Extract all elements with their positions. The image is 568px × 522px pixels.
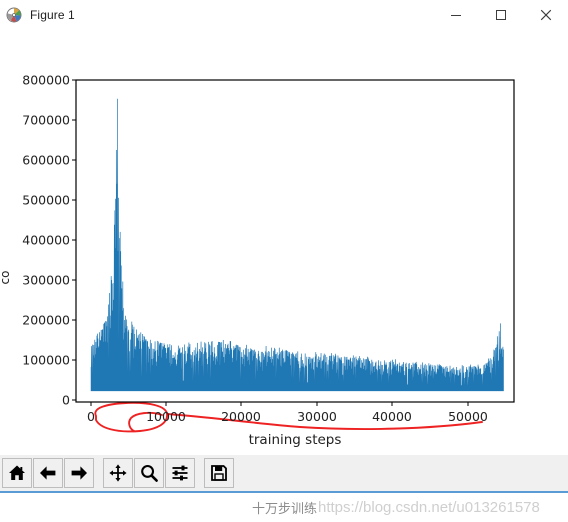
watermark-url-text: https://blog.csdn.net/u013261578 [318,499,540,516]
configure-subplots-icon[interactable] [165,458,195,488]
cost-vs-training-steps-plot: cost 800000 700000 200000 400000 800000 … [0,70,515,448]
toolbar-separator-2 [196,458,204,488]
x-axis-label: training steps [249,432,342,448]
svg-text:500000: 500000 [22,193,70,208]
svg-text:400000: 400000 [22,233,70,248]
svg-text:0: 0 [87,409,95,424]
svg-text:800000: 800000 [22,73,70,88]
svg-text:700000: 700000 [22,113,70,128]
svg-text:600000: 600000 [22,153,70,168]
window-title: Figure 1 [30,8,75,22]
watermark-chinese-text: 十万步训练 [252,502,318,517]
window-titlebar[interactable]: Figure 1 [0,0,568,30]
minimize-button[interactable] [433,0,478,30]
svg-text:30000: 30000 [297,409,337,424]
figure-canvas[interactable]: cost 800000 700000 200000 400000 800000 … [0,30,568,455]
y-axis-ticklabels: 800000 700000 600000 500000 400000 30000… [22,73,70,408]
close-button[interactable] [523,0,568,30]
svg-text:300000: 300000 [22,273,70,288]
svg-text:100000: 100000 [22,353,70,368]
svg-text:0: 0 [62,393,70,408]
svg-text:40000: 40000 [372,409,412,424]
svg-text:10000: 10000 [146,409,186,424]
figure-window: Figure 1 cost 800000 700000 600000 50000… [0,0,568,495]
svg-text:200000: 200000 [22,313,70,328]
matplotlib-navigation-toolbar[interactable] [0,455,568,493]
save-floppy-icon[interactable] [204,458,234,488]
pan-move-icon[interactable] [103,458,133,488]
toolbar-separator-1 [95,458,103,488]
home-icon[interactable] [2,458,32,488]
zoom-magnifier-icon[interactable] [134,458,164,488]
window-controls [433,0,568,30]
x-axis-ticklabels: 0 10000 20000 30000 40000 50000 [87,409,488,424]
matplotlib-icon [6,7,22,23]
back-arrow-icon[interactable] [33,458,63,488]
forward-arrow-icon[interactable] [64,458,94,488]
watermark-strip: 十万步训练 https://blog.csdn.net/u013261578 [0,493,568,522]
svg-text:50000: 50000 [448,409,488,424]
maximize-button[interactable] [478,0,523,30]
svg-text:20000: 20000 [221,409,261,424]
